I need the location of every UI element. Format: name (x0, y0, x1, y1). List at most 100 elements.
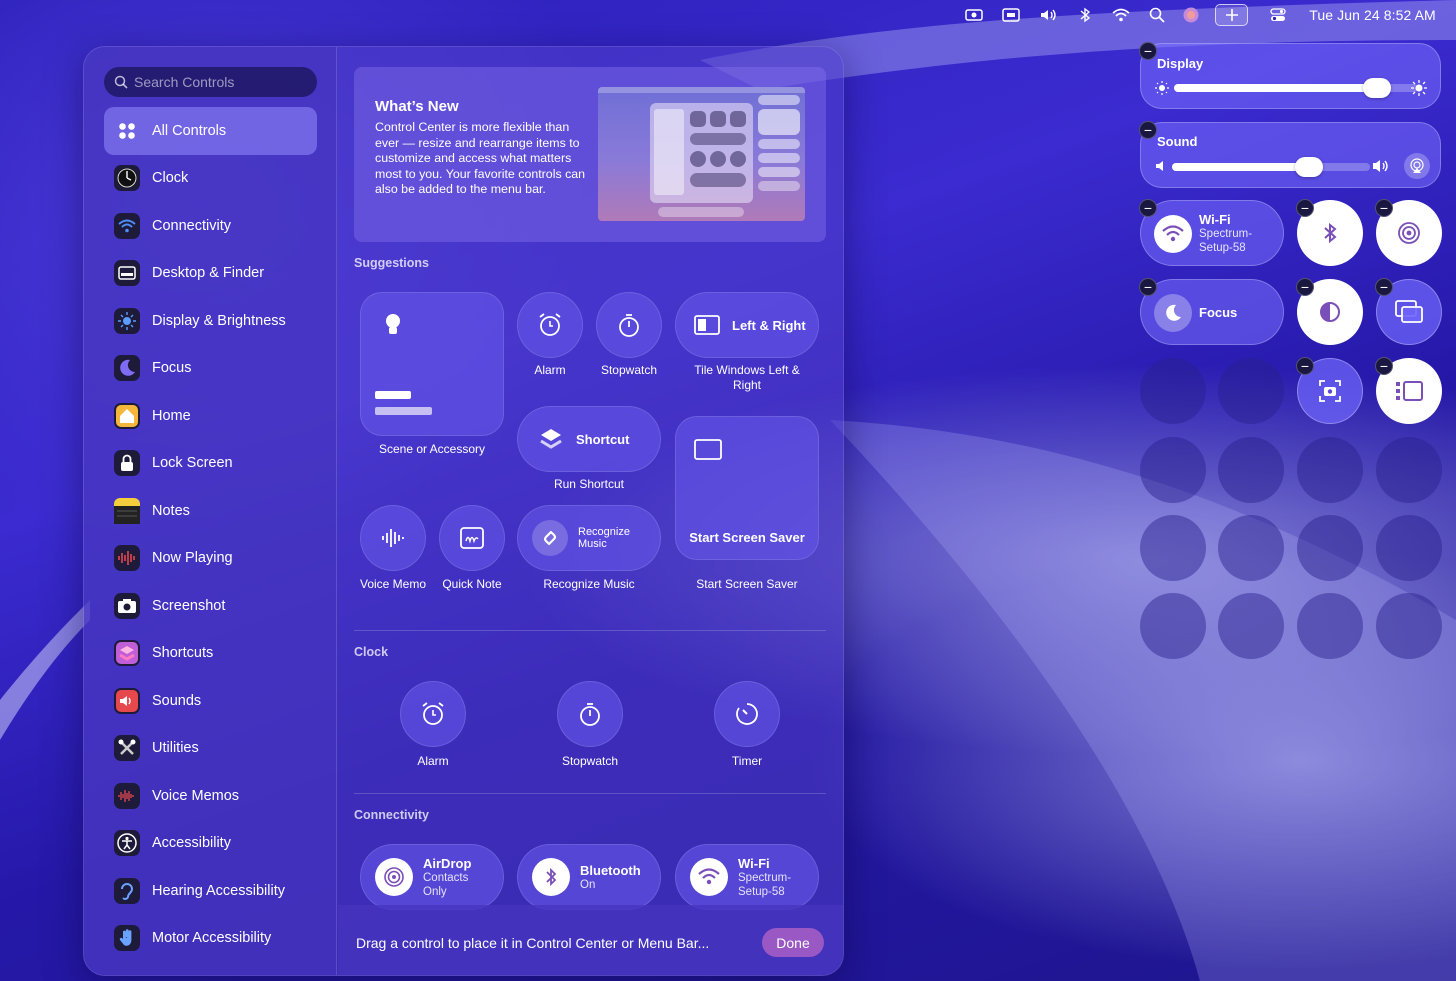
sound-slider-knob[interactable] (1295, 157, 1323, 177)
cc-empty-slot (1376, 515, 1442, 581)
cc-empty-slot (1376, 593, 1442, 659)
display-slider-knob[interactable] (1363, 78, 1391, 98)
screen-mirroring-icon (1395, 300, 1423, 323)
sidebar-item-desktop-finder[interactable]: Desktop & Finder (104, 250, 317, 298)
clock-stopwatch-button[interactable] (557, 681, 623, 747)
alarm-button[interactable] (517, 292, 583, 358)
sidebar-item-shortcuts[interactable]: Shortcuts (104, 630, 317, 678)
cc-empty-slot (1218, 593, 1284, 659)
quick-note-button[interactable] (439, 505, 505, 571)
cc-wifi-module[interactable]: Wi-Fi Spectrum-Setup-58 (1140, 200, 1284, 266)
controls-content: What’s New Control Center is more flexib… (338, 47, 843, 975)
sidebar-item-focus[interactable]: Focus (104, 345, 317, 393)
dark-mode-icon (1320, 302, 1340, 322)
sidebar-item-label: Hearing Accessibility (152, 882, 285, 899)
stopwatch-button[interactable] (596, 292, 662, 358)
moon-icon (114, 355, 140, 382)
shazam-icon (532, 520, 568, 556)
scene-accessory-tile[interactable] (360, 292, 504, 436)
sidebar-item-label: Shortcuts (152, 645, 214, 662)
hand-icon (114, 925, 140, 952)
sidebar-item-display-brightness[interactable]: Display & Brightness (104, 297, 317, 345)
whats-new-card: What’s New Control Center is more flexib… (354, 67, 826, 242)
volume-icon[interactable] (1038, 6, 1060, 24)
controls-gallery-panel: All Controls Clock Connectivity Desktop & F… (83, 46, 844, 976)
lock-icon (114, 450, 140, 477)
sidebar-item-motor-accessibility[interactable]: Motor Accessibility (104, 915, 317, 963)
airdrop-tile[interactable]: AirDrop Contacts Only (360, 844, 504, 910)
sidebar-item-label: Connectivity (152, 217, 231, 234)
siri-icon[interactable] (1182, 6, 1200, 24)
sidebar-item-accessibility[interactable]: Accessibility (104, 820, 317, 868)
remove-airdrop-button[interactable]: − (1375, 199, 1393, 217)
control-center-icon[interactable] (1269, 6, 1287, 24)
screen-record-icon[interactable] (964, 6, 984, 24)
airplay-audio-icon[interactable] (1404, 153, 1430, 179)
display-slider[interactable] (1174, 78, 1418, 98)
screen-saver-tile[interactable]: Start Screen Saver (675, 416, 819, 560)
plus-icon[interactable] (1215, 4, 1248, 26)
shortcuts-icon (114, 640, 140, 667)
cc-focus-module[interactable]: Focus (1140, 279, 1284, 345)
tile-windows-icon (694, 315, 720, 335)
remove-focus-button[interactable]: − (1139, 278, 1157, 296)
remove-stage-manager-button[interactable]: − (1375, 357, 1393, 375)
recognize-music-tile[interactable]: Recognize Music (517, 505, 661, 571)
wifi-tile[interactable]: Wi-Fi Spectrum-Setup-58 (675, 844, 819, 910)
sidebar-item-voice-memos[interactable]: Voice Memos (104, 772, 317, 820)
sun-icon (114, 307, 140, 334)
search-field[interactable] (104, 67, 317, 97)
sidebar-item-screenshot[interactable]: Screenshot (104, 582, 317, 630)
sidebar-item-home[interactable]: Home (104, 392, 317, 440)
sidebar-item-sounds[interactable]: Sounds (104, 677, 317, 725)
stage-manager-icon (1396, 381, 1423, 401)
cc-empty-slot (1297, 437, 1363, 503)
remove-wifi-button[interactable]: − (1139, 199, 1157, 217)
recognize-music-title: Recognize Music (578, 526, 630, 550)
voice-memo-button[interactable] (360, 505, 426, 571)
remove-screen-mirroring-button[interactable]: − (1375, 278, 1393, 296)
sidebar-item-utilities[interactable]: Utilities (104, 725, 317, 773)
keyboard-icon[interactable] (1001, 6, 1021, 24)
sound-slider[interactable] (1172, 157, 1370, 177)
remove-sound-button[interactable]: − (1139, 121, 1157, 139)
bluetooth-status: On (580, 878, 596, 891)
sidebar-item-lock-screen[interactable]: Lock Screen (104, 440, 317, 488)
shortcut-tile[interactable]: Shortcut (517, 406, 661, 472)
sidebar-item-notes[interactable]: Notes (104, 487, 317, 535)
clock-timer-button[interactable] (714, 681, 780, 747)
sidebar-item-now-playing[interactable]: Now Playing (104, 535, 317, 583)
sidebar-item-label: Utilities (152, 740, 199, 757)
volume-high-icon (1373, 160, 1388, 172)
done-button[interactable]: Done (762, 928, 824, 957)
sidebar-item-label: Now Playing (152, 550, 233, 567)
alarm-icon (539, 313, 561, 336)
shortcuts-icon (540, 429, 562, 449)
sidebar-item-clock[interactable]: Clock (104, 155, 317, 203)
remove-display-button[interactable]: − (1139, 42, 1157, 60)
remove-screenshot-button[interactable]: − (1296, 357, 1314, 375)
wifi-icon[interactable] (1111, 6, 1131, 24)
volume-low-icon (1156, 161, 1163, 171)
divider (354, 793, 826, 794)
clock-section-title: Clock (354, 645, 389, 659)
search-input[interactable] (134, 74, 314, 90)
sidebar-item-label: Clock (152, 170, 189, 187)
remove-bluetooth-button[interactable]: − (1296, 199, 1314, 217)
sidebar-item-label: Notes (152, 502, 190, 519)
sidebar-item-label: Desktop & Finder (152, 265, 265, 282)
clock-alarm-button[interactable] (400, 681, 466, 747)
remove-dark-mode-button[interactable]: − (1296, 278, 1314, 296)
menubar-clock[interactable]: Tue Jun 24 8:52 AM (1305, 6, 1440, 24)
sidebar-item-hearing-accessibility[interactable]: Hearing Accessibility (104, 867, 317, 915)
scene-accessory-label: Scene or Accessory (378, 442, 486, 456)
left-right-tile[interactable]: Left & Right (675, 292, 819, 358)
bluetooth-tile[interactable]: Bluetooth On (517, 844, 661, 910)
cc-empty-slot (1140, 358, 1206, 424)
sidebar-item-connectivity[interactable]: Connectivity (104, 202, 317, 250)
wifi-icon (1154, 215, 1192, 253)
sidebar-item-all-controls[interactable]: All Controls (104, 107, 317, 155)
search-icon[interactable] (1149, 6, 1165, 24)
bluetooth-icon[interactable] (1078, 6, 1092, 24)
sidebar-item-label: Lock Screen (152, 455, 233, 472)
